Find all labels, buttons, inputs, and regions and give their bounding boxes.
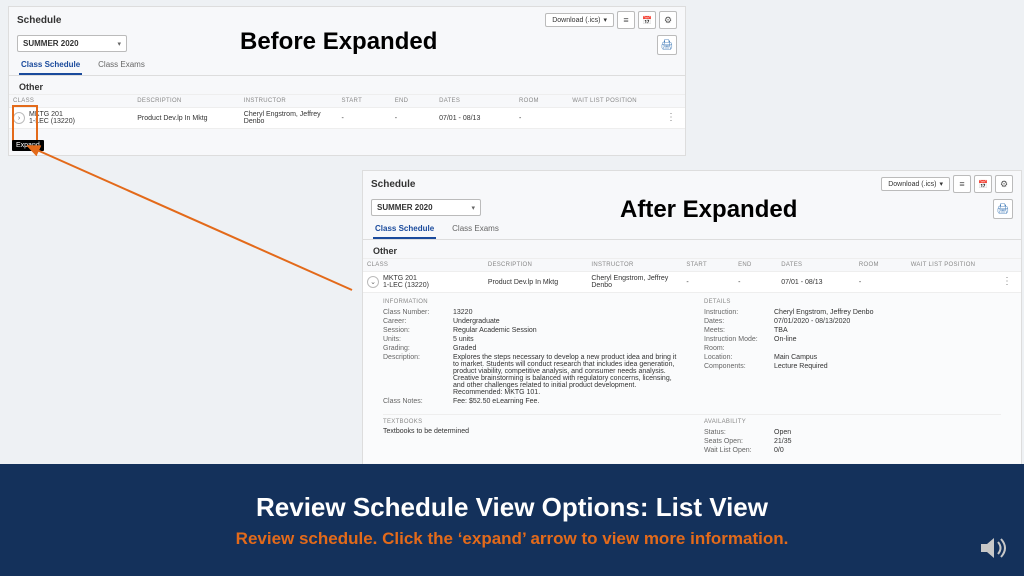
expand-tooltip: Expand	[12, 140, 44, 151]
download-ics-button[interactable]: Download (.ics) ▾	[545, 13, 614, 27]
download-label: Download (.ics)	[888, 181, 936, 188]
availability-heading: Availability	[704, 419, 1001, 425]
col-waitlist: Wait List Position	[572, 98, 661, 104]
print-button[interactable]	[993, 199, 1013, 219]
col-instructor: Instructor	[244, 98, 342, 104]
col-description: Description	[137, 98, 244, 104]
schedule-title: Schedule	[17, 15, 61, 26]
table-header: Class Description Instructor Start End D…	[363, 258, 1021, 272]
cell-room: -	[859, 279, 911, 286]
information-heading: Information	[383, 299, 680, 305]
row-actions-button[interactable]: ⋮	[661, 115, 681, 121]
cell-dates: 07/01 - 08/13	[439, 115, 519, 122]
settings-button[interactable]	[659, 11, 677, 29]
col-end: End	[738, 262, 781, 268]
schedule-title: Schedule	[371, 179, 415, 190]
availability-column: Availability Status:Open Seats Open:21/3…	[704, 419, 1001, 455]
cell-start: -	[686, 279, 738, 286]
speaker-icon	[978, 532, 1010, 564]
tabs: Class Schedule Class Exams	[9, 56, 685, 76]
col-start: Start	[341, 98, 394, 104]
banner-title: Review Schedule View Options: List View	[256, 492, 768, 523]
term-select[interactable]: SUMMER 2020 ▾	[371, 199, 481, 216]
term-value: SUMMER 2020	[377, 203, 433, 212]
table-row: ⌄ MKTG 201 1-LEC (13220) Product Dev.lp …	[363, 272, 1021, 293]
col-class: Class	[367, 262, 488, 268]
col-description: Description	[488, 262, 592, 268]
group-other: Other	[9, 76, 685, 94]
col-waitlist: Wait List Position	[911, 262, 997, 268]
footer-banner: Review Schedule View Options: List View …	[0, 464, 1024, 576]
tab-class-schedule[interactable]: Class Schedule	[19, 56, 82, 75]
col-instructor: Instructor	[591, 262, 686, 268]
textbooks-column: Textbooks Textbooks to be determined	[383, 419, 680, 455]
callout-after: After Expanded	[620, 196, 797, 224]
class-code: MKTG 201 1-LEC (13220)	[383, 275, 429, 289]
col-class: Class	[13, 98, 137, 104]
header-actions: Download (.ics) ▾	[545, 11, 677, 29]
term-value: SUMMER 2020	[23, 39, 79, 48]
list-view-button[interactable]	[953, 175, 971, 193]
textbooks-text: Textbooks to be determined	[383, 428, 680, 435]
annotation-arrow	[12, 140, 372, 300]
cell-dates: 07/01 - 08/13	[781, 279, 859, 286]
col-dates: Dates	[781, 262, 859, 268]
calendar-view-button[interactable]	[974, 175, 992, 193]
highlight-expand	[12, 105, 38, 143]
col-dates: Dates	[439, 98, 519, 104]
chevron-down-icon: ▾	[117, 40, 121, 48]
chevron-down-icon: ▾	[603, 16, 607, 24]
group-other: Other	[363, 240, 1021, 258]
details-heading: Details	[704, 299, 1001, 305]
header-actions: Download (.ics) ▾	[881, 175, 1013, 193]
cell-end: -	[738, 279, 781, 286]
callout-before: Before Expanded	[240, 28, 437, 56]
cell-instructor: Cheryl Engstrom, Jeffrey Denbo	[244, 111, 342, 125]
cell-instructor: Cheryl Engstrom, Jeffrey Denbo	[591, 275, 686, 289]
banner-subtitle: Review schedule. Click the ‘expand’ arro…	[236, 529, 789, 549]
details-column: Details Instruction:Cheryl Engstrom, Jef…	[704, 299, 1001, 406]
row-detail: Information Class Number:13220 Career:Un…	[363, 293, 1021, 463]
cell-start: -	[341, 115, 394, 122]
textbooks-heading: Textbooks	[383, 419, 680, 425]
cell-description: Product Dev.lp In Mktg	[488, 279, 592, 286]
information-column: Information Class Number:13220 Career:Un…	[383, 299, 680, 406]
col-start: Start	[686, 262, 738, 268]
tab-class-schedule[interactable]: Class Schedule	[373, 220, 436, 239]
cell-end: -	[395, 115, 439, 122]
settings-button[interactable]	[995, 175, 1013, 193]
col-room: Room	[859, 262, 911, 268]
chevron-down-icon: ▾	[939, 180, 943, 188]
print-button[interactable]	[657, 35, 677, 55]
table-header: Class Description Instructor Start End D…	[9, 94, 685, 108]
tab-class-exams[interactable]: Class Exams	[450, 220, 501, 239]
term-select[interactable]: SUMMER 2020 ▾	[17, 35, 127, 52]
chevron-down-icon: ▾	[471, 204, 475, 212]
calendar-view-button[interactable]	[638, 11, 656, 29]
panel-header: Schedule Download (.ics) ▾	[363, 171, 1021, 197]
col-room: Room	[519, 98, 572, 104]
row-actions-button[interactable]: ⋮	[997, 279, 1017, 285]
col-end: End	[395, 98, 439, 104]
cell-room: -	[519, 115, 572, 122]
download-label: Download (.ics)	[552, 17, 600, 24]
collapse-row-button[interactable]: ⌄	[367, 276, 379, 288]
tab-class-exams[interactable]: Class Exams	[96, 56, 147, 75]
cell-description: Product Dev.lp In Mktg	[137, 115, 244, 122]
download-ics-button[interactable]: Download (.ics) ▾	[881, 177, 950, 191]
list-view-button[interactable]	[617, 11, 635, 29]
table-row: › MKTG 201 1-LEC (13220) Product Dev.lp …	[9, 108, 685, 129]
